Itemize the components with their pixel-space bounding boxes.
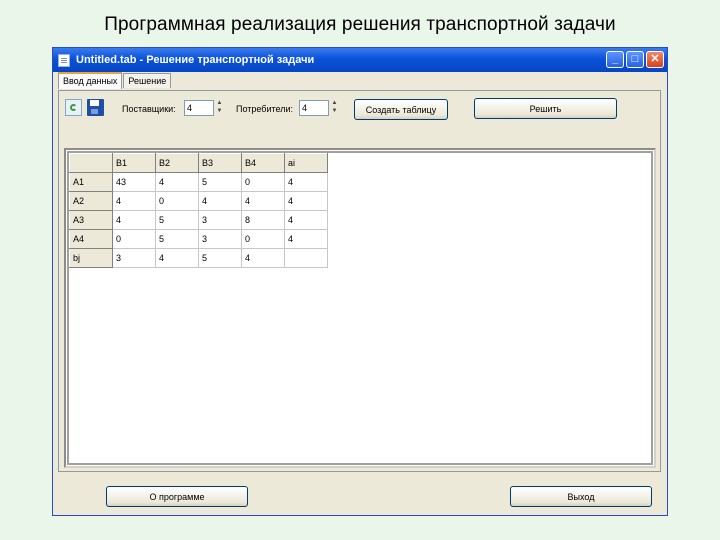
grid-cell[interactable]: 4 [112, 191, 156, 211]
grid-cell[interactable]: 4 [241, 191, 285, 211]
grid-cell[interactable]: 4 [155, 248, 199, 268]
toolbar: Поставщики: 4 ▲ ▼ Потребители: 4 ▲ ▼ Соз… [59, 91, 660, 127]
table-row: A4 0 5 3 0 4 [69, 229, 328, 249]
grid-cell[interactable]: 4 [284, 191, 328, 211]
suppliers-input[interactable]: 4 [184, 100, 214, 116]
row-header: A4 [69, 229, 113, 249]
slide-title: Программная реализация решения транспорт… [104, 14, 616, 35]
grid-cell[interactable]: 4 [155, 172, 199, 192]
table-row: A3 4 5 3 8 4 [69, 210, 328, 230]
title-bar[interactable]: Untitled.tab - Решение транспортной зада… [53, 48, 667, 72]
about-button[interactable]: О программе [106, 486, 248, 507]
grid-cell[interactable]: 5 [198, 172, 242, 192]
grid-cell[interactable]: 3 [198, 210, 242, 230]
spin-down-icon[interactable]: ▼ [330, 108, 339, 116]
grid-cell[interactable]: 5 [198, 248, 242, 268]
column-header: ai [284, 153, 328, 173]
column-header: B4 [241, 153, 285, 173]
spin-down-icon[interactable]: ▼ [215, 108, 224, 116]
app-window: Untitled.tab - Решение транспортной зада… [52, 47, 668, 516]
row-header: A3 [69, 210, 113, 230]
grid-cell[interactable]: 43 [112, 172, 156, 192]
consumers-spin-arrows[interactable]: ▲ ▼ [330, 100, 339, 116]
grid-cell[interactable]: 3 [198, 229, 242, 249]
grid-cell[interactable]: 4 [241, 248, 285, 268]
cost-table: B1 B2 B3 B4 ai A1 43 4 5 0 4 A2 4 0 4 4 … [69, 153, 328, 268]
data-grid-frame: B1 B2 B3 B4 ai A1 43 4 5 0 4 A2 4 0 4 4 … [64, 148, 656, 468]
grid-cell[interactable]: 4 [284, 229, 328, 249]
footer-bar: О программе Выход [53, 473, 667, 515]
table-row: A1 43 4 5 0 4 [69, 172, 328, 192]
maximize-button[interactable]: □ [626, 51, 644, 68]
tab-solution[interactable]: Решение [123, 73, 172, 88]
consumers-spinner[interactable]: 4 ▲ ▼ [299, 100, 339, 116]
spin-up-icon[interactable]: ▲ [215, 100, 224, 108]
row-header: A1 [69, 172, 113, 192]
create-table-button[interactable]: Создать таблицу [354, 99, 448, 120]
close-button[interactable]: ✕ [646, 51, 664, 68]
table-row: bj 3 4 5 4 [69, 248, 328, 268]
consumers-input[interactable]: 4 [299, 100, 329, 116]
column-header: B3 [198, 153, 242, 173]
tab-strip: Ввод данных Решение [58, 72, 172, 90]
column-header: B1 [112, 153, 156, 173]
grid-cell[interactable]: 4 [284, 210, 328, 230]
grid-cell[interactable]: 0 [241, 229, 285, 249]
table-row: A2 4 0 4 4 4 [69, 191, 328, 211]
suppliers-spinner[interactable]: 4 ▲ ▼ [184, 100, 224, 116]
document-icon [58, 53, 70, 67]
input-data-panel: Поставщики: 4 ▲ ▼ Потребители: 4 ▲ ▼ Соз… [58, 90, 661, 472]
exit-button[interactable]: Выход [510, 486, 652, 507]
table-header-row: B1 B2 B3 B4 ai [69, 153, 328, 173]
minimize-button[interactable]: _ [606, 51, 624, 68]
spin-up-icon[interactable]: ▲ [330, 100, 339, 108]
grid-cell[interactable]: 5 [155, 229, 199, 249]
grid-cell[interactable]: 0 [155, 191, 199, 211]
window-title: Untitled.tab - Решение транспортной зада… [76, 54, 315, 66]
column-header: B2 [155, 153, 199, 173]
suppliers-spin-arrows[interactable]: ▲ ▼ [215, 100, 224, 116]
grid-cell[interactable]: 4 [198, 191, 242, 211]
grid-cell[interactable]: 5 [155, 210, 199, 230]
grid-cell[interactable]: 4 [112, 210, 156, 230]
refresh-icon[interactable] [65, 99, 82, 116]
grid-cell[interactable]: 3 [112, 248, 156, 268]
grid-corner [69, 153, 113, 173]
suppliers-label: Поставщики: [122, 104, 176, 114]
consumers-label: Потребители: [236, 104, 293, 114]
window-controls: _ □ ✕ [606, 51, 664, 68]
grid-cell[interactable]: 4 [284, 172, 328, 192]
row-header: A2 [69, 191, 113, 211]
grid-cell[interactable]: 8 [241, 210, 285, 230]
save-icon[interactable] [87, 99, 104, 116]
grid-cell[interactable] [284, 248, 328, 268]
solve-button[interactable]: Решить [474, 98, 617, 119]
tab-input-data[interactable]: Ввод данных [58, 72, 123, 89]
data-grid[interactable]: B1 B2 B3 B4 ai A1 43 4 5 0 4 A2 4 0 4 4 … [67, 151, 653, 465]
grid-cell[interactable]: 0 [112, 229, 156, 249]
row-header: bj [69, 248, 113, 268]
grid-cell[interactable]: 0 [241, 172, 285, 192]
